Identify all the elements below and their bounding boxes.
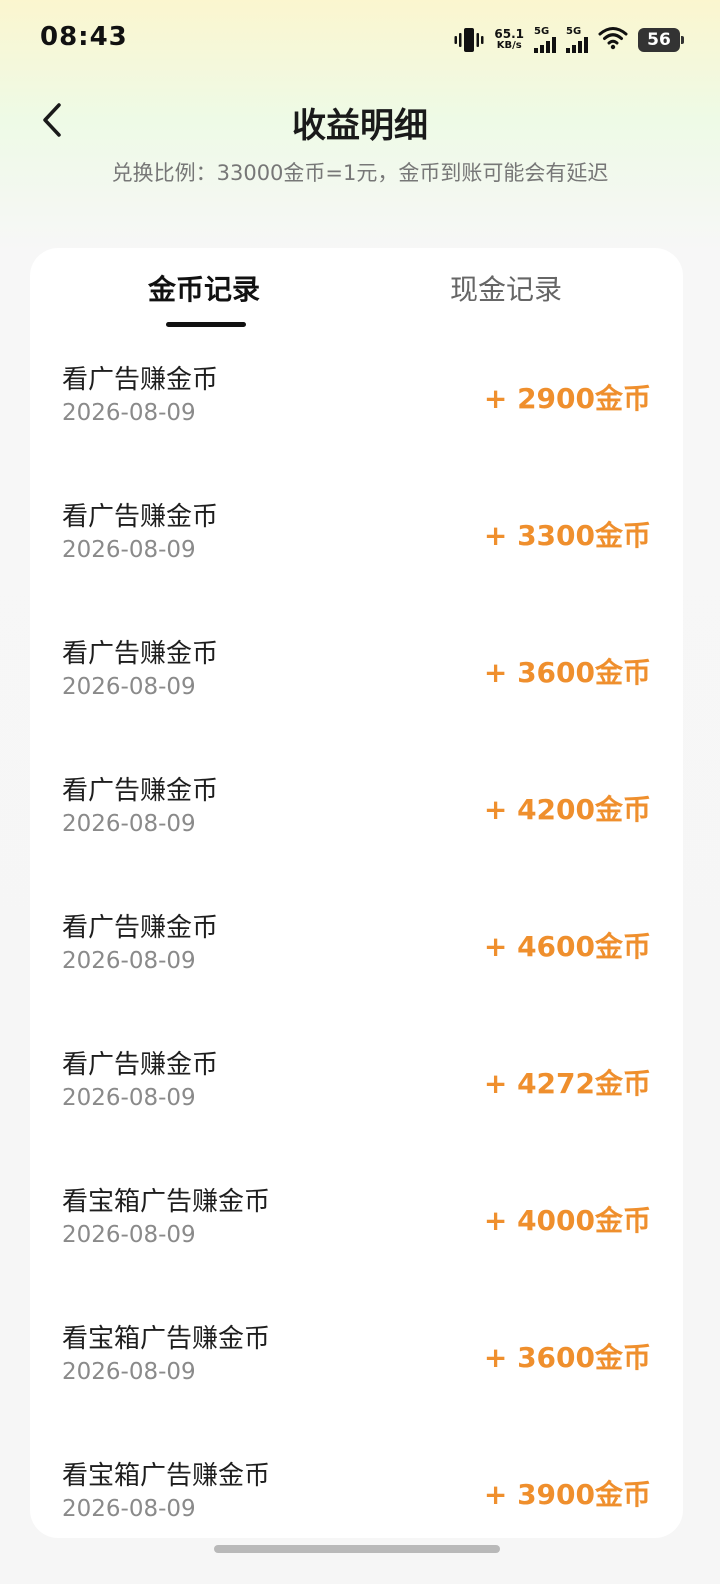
- record-date: 2026-08-09: [62, 1085, 196, 1111]
- record-amount: + 4272金币: [483, 1067, 651, 1100]
- record-date: 2026-08-09: [62, 1222, 196, 1248]
- list-item: 看广告赚金币 2026-08-09 + 4200金币: [30, 754, 683, 891]
- header: 收益明细: [0, 90, 720, 150]
- list-item: 看广告赚金币 2026-08-09 + 3600金币: [30, 617, 683, 754]
- record-date: 2026-08-09: [62, 400, 196, 426]
- record-amount: + 4600金币: [483, 930, 651, 963]
- record-title: 看广告赚金币: [62, 639, 219, 669]
- list-item: 看宝箱广告赚金币 2026-08-09 + 3900金币: [30, 1439, 683, 1538]
- record-title: 看广告赚金币: [62, 776, 219, 806]
- net-speed-value: 65.1: [494, 27, 524, 41]
- tab-bar: 金币记录 现金记录: [30, 248, 683, 343]
- net-speed-unit: KB/s: [496, 40, 522, 51]
- record-amount: + 2900金币: [483, 382, 651, 415]
- record-date: 2026-08-09: [62, 1496, 196, 1522]
- list-item: 看宝箱广告赚金币 2026-08-09 + 4000金币: [30, 1165, 683, 1302]
- signal-icon: 5G: [566, 27, 588, 53]
- record-title: 看宝箱广告赚金币: [62, 1187, 271, 1217]
- net-speed: 65.1 KB/s: [494, 28, 524, 52]
- record-title: 看宝箱广告赚金币: [62, 1461, 271, 1491]
- record-date: 2026-08-09: [62, 537, 196, 563]
- list-item: 看广告赚金币 2026-08-09 + 4600金币: [30, 891, 683, 1028]
- sim2-label: 5G: [566, 26, 582, 37]
- record-amount: + 3600金币: [483, 1341, 651, 1374]
- status-time: 08:43: [40, 22, 128, 52]
- status-bar: 08:43 65.1 KB/s 5G 5G 56: [0, 0, 720, 80]
- record-date: 2026-08-09: [62, 1359, 196, 1385]
- vibrate-icon: [454, 26, 484, 54]
- record-title: 看广告赚金币: [62, 913, 219, 943]
- record-amount: + 4200金币: [483, 793, 651, 826]
- battery-level: 56: [647, 30, 671, 50]
- record-title: 看广告赚金币: [62, 502, 219, 532]
- exchange-note: 兑换比例：33000金币=1元，金币到账可能会有延迟: [111, 161, 609, 185]
- record-date: 2026-08-09: [62, 674, 196, 700]
- list-item: 看广告赚金币 2026-08-09 + 4272金币: [30, 1028, 683, 1165]
- record-amount: + 3300金币: [483, 519, 651, 552]
- battery-icon: 56: [638, 28, 684, 52]
- home-indicator[interactable]: [214, 1545, 500, 1553]
- page-title: 收益明细: [292, 106, 428, 146]
- sim1-label: 5G: [534, 26, 550, 37]
- record-title: 看宝箱广告赚金币: [62, 1324, 271, 1354]
- status-icons: 65.1 KB/s 5G 5G 56: [454, 24, 684, 56]
- list-item: 看广告赚金币 2026-08-09 + 2900金币: [30, 343, 683, 480]
- list-item: 看宝箱广告赚金币 2026-08-09 + 3600金币: [30, 1302, 683, 1439]
- records-list: 看广告赚金币 2026-08-09 + 2900金币 看广告赚金币 2026-0…: [30, 343, 683, 1538]
- tab-coin-records[interactable]: 金币记录: [148, 268, 260, 308]
- record-title: 看广告赚金币: [62, 365, 219, 395]
- tab-cash-records[interactable]: 现金记录: [450, 268, 562, 308]
- record-title: 看广告赚金币: [62, 1050, 219, 1080]
- record-date: 2026-08-09: [62, 948, 196, 974]
- list-item: 看广告赚金币 2026-08-09 + 3300金币: [30, 480, 683, 617]
- wifi-icon: [598, 26, 628, 54]
- record-amount: + 3600金币: [483, 656, 651, 689]
- record-date: 2026-08-09: [62, 811, 196, 837]
- record-amount: + 3900金币: [483, 1478, 651, 1511]
- tab-active-indicator: [166, 322, 246, 327]
- records-card: 金币记录 现金记录 看广告赚金币 2026-08-09 + 2900金币 看广告…: [30, 248, 683, 1538]
- signal-icon: 5G: [534, 27, 556, 53]
- record-amount: + 4000金币: [483, 1204, 651, 1237]
